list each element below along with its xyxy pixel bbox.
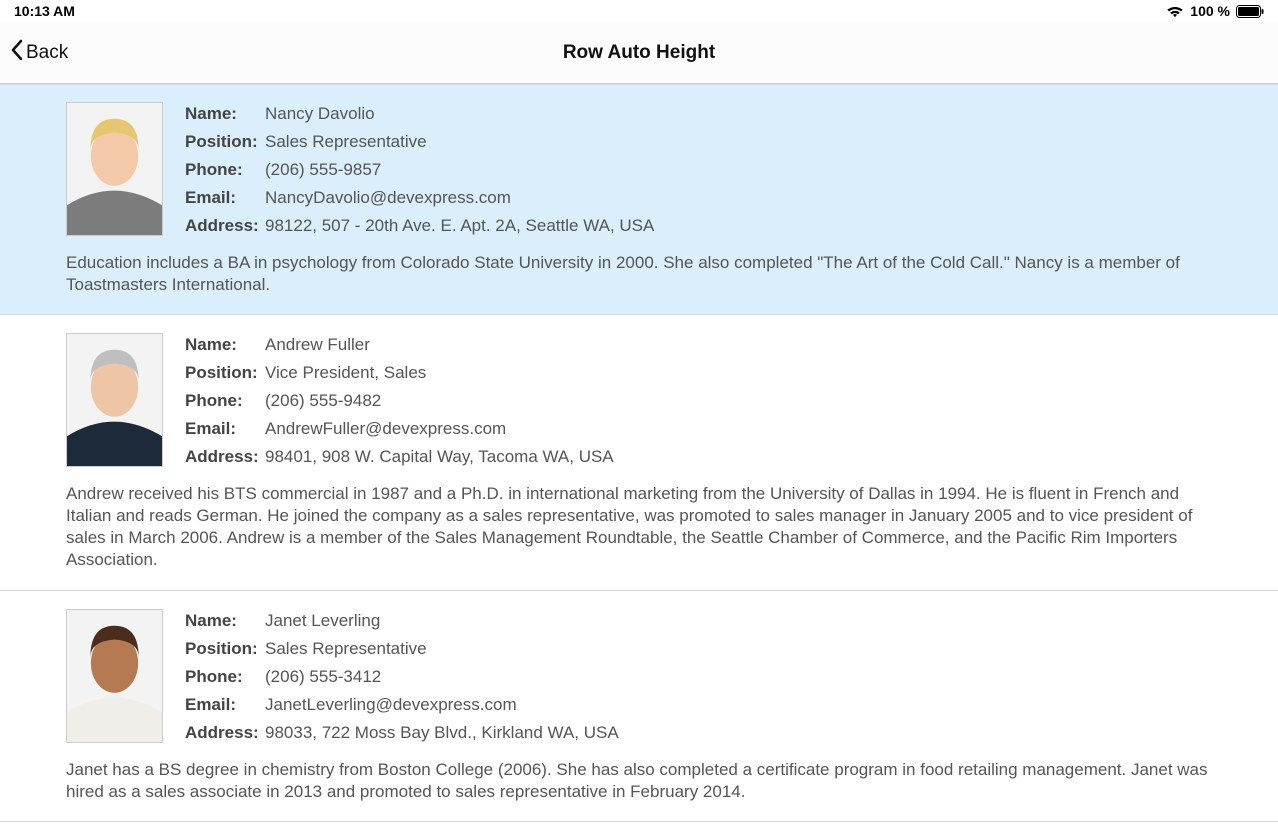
label-phone: Phone: — [185, 160, 265, 180]
value-name: Andrew Fuller — [265, 335, 614, 355]
fields: Name: Andrew Fuller Position: Vice Presi… — [185, 333, 614, 467]
status-right: 100 % — [1166, 3, 1264, 19]
value-name: Nancy Davolio — [265, 104, 654, 124]
fields: Name: Janet Leverling Position: Sales Re… — [185, 609, 619, 743]
label-phone: Phone: — [185, 667, 265, 687]
fields: Name: Nancy Davolio Position: Sales Repr… — [185, 102, 654, 236]
page-title: Row Auto Height — [563, 42, 715, 64]
value-phone: (206) 555-9482 — [265, 391, 614, 411]
value-phone: (206) 555-3412 — [265, 667, 619, 687]
chevron-left-icon — [10, 39, 24, 67]
label-name: Name: — [185, 335, 265, 355]
label-address: Address: — [185, 216, 265, 236]
label-name: Name: — [185, 104, 265, 124]
bio-text: Andrew received his BTS commercial in 19… — [66, 483, 1212, 571]
value-phone: (206) 555-9857 — [265, 160, 654, 180]
value-address: 98033, 722 Moss Bay Blvd., Kirkland WA, … — [265, 723, 619, 743]
list-item[interactable]: Name: Andrew Fuller Position: Vice Presi… — [0, 315, 1278, 590]
label-position: Position: — [185, 639, 265, 659]
label-address: Address: — [185, 723, 265, 743]
list-item[interactable]: Name: Nancy Davolio Position: Sales Repr… — [0, 84, 1278, 315]
value-position: Vice President, Sales — [265, 363, 614, 383]
status-time: 10:13 AM — [14, 3, 75, 19]
label-address: Address: — [185, 447, 265, 467]
label-position: Position: — [185, 132, 265, 152]
value-position: Sales Representative — [265, 639, 619, 659]
list-item[interactable]: Name: Janet Leverling Position: Sales Re… — [0, 591, 1278, 822]
avatar — [66, 333, 163, 467]
bio-text: Education includes a BA in psychology fr… — [66, 252, 1212, 296]
label-email: Email: — [185, 419, 265, 439]
back-label: Back — [26, 42, 68, 64]
value-name: Janet Leverling — [265, 611, 619, 631]
bio-text: Janet has a BS degree in chemistry from … — [66, 759, 1212, 803]
value-address: 98401, 908 W. Capital Way, Tacoma WA, US… — [265, 447, 614, 467]
value-position: Sales Representative — [265, 132, 654, 152]
back-button[interactable]: Back — [0, 39, 68, 67]
people-list: Name: Nancy Davolio Position: Sales Repr… — [0, 84, 1278, 822]
value-email: JanetLeverling@devexpress.com — [265, 695, 619, 715]
value-email: AndrewFuller@devexpress.com — [265, 419, 614, 439]
status-battery-text: 100 % — [1190, 3, 1230, 19]
avatar — [66, 609, 163, 743]
label-email: Email: — [185, 695, 265, 715]
nav-bar: Back Row Auto Height — [0, 22, 1278, 84]
battery-icon — [1236, 5, 1264, 18]
wifi-icon — [1166, 5, 1184, 18]
label-phone: Phone: — [185, 391, 265, 411]
status-bar: 10:13 AM 100 % — [0, 0, 1278, 22]
value-email: NancyDavolio@devexpress.com — [265, 188, 654, 208]
label-email: Email: — [185, 188, 265, 208]
avatar — [66, 102, 163, 236]
value-address: 98122, 507 - 20th Ave. E. Apt. 2A, Seatt… — [265, 216, 654, 236]
label-name: Name: — [185, 611, 265, 631]
label-position: Position: — [185, 363, 265, 383]
